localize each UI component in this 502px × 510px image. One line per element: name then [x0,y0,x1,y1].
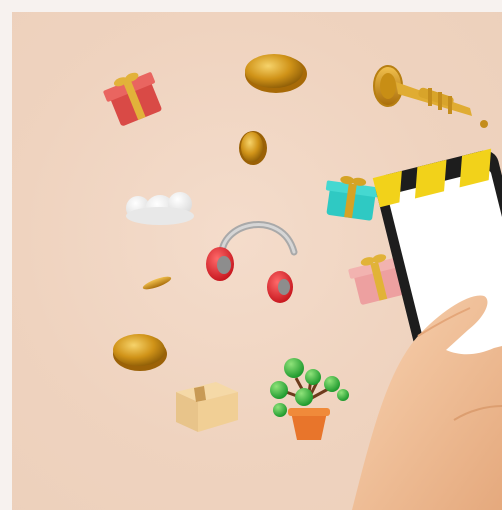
potted-plant [270,358,349,440]
image-frame [0,0,502,510]
gold-coin-lower [113,334,167,371]
illustration-canvas [103,54,502,510]
trumpet [373,65,488,128]
cardboard-box [176,382,238,432]
cloud [126,192,194,225]
gold-coin-small [239,131,267,165]
illustration-scene [12,12,502,510]
gold-coin-edge [142,276,172,290]
gift-box-teal [325,176,381,221]
headphones [206,221,298,303]
gift-box-red [103,72,162,126]
gold-coin-large [245,54,307,93]
